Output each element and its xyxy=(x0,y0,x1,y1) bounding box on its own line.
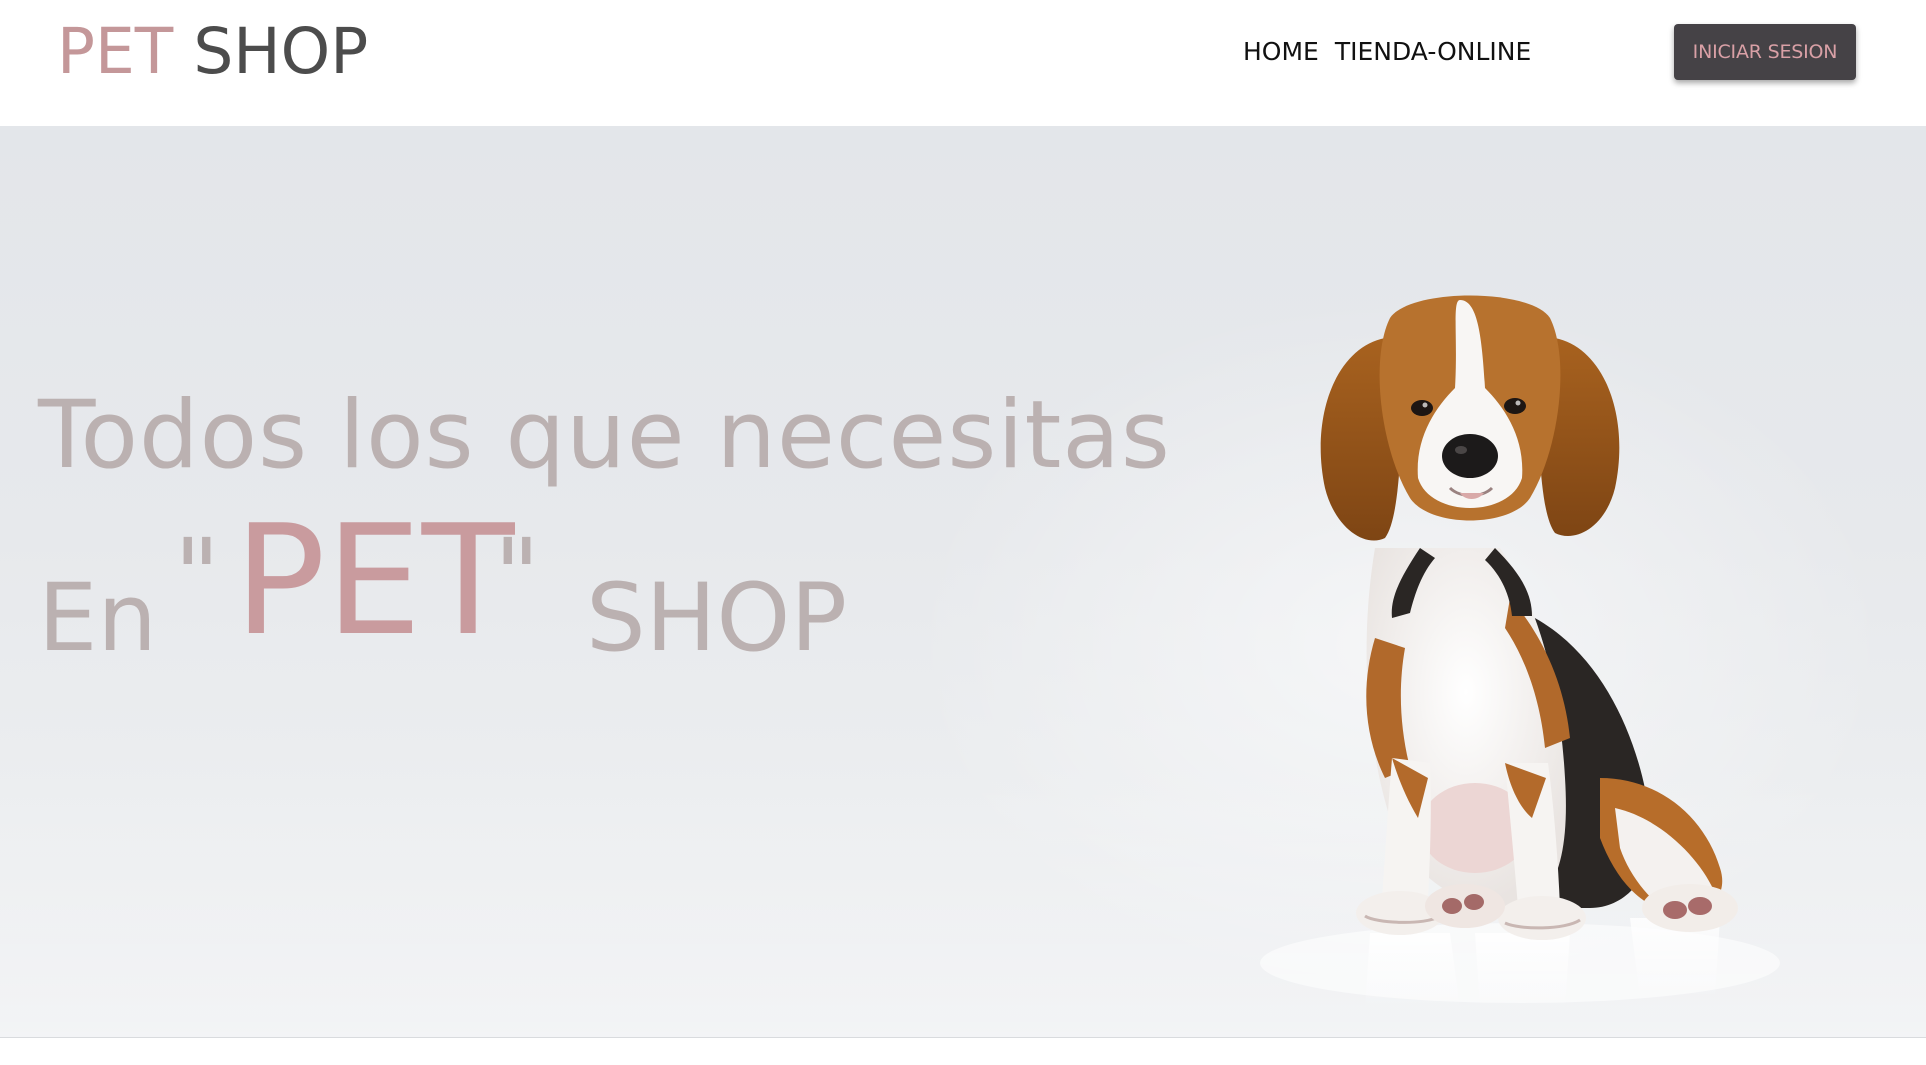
brand-logo[interactable]: PET SHOP xyxy=(57,12,368,92)
hero-quote-close: " xyxy=(494,517,540,634)
hero-banner: Todos los que necesitas En " PET " SHOP xyxy=(0,126,1926,1037)
hero-word-pet: PET xyxy=(234,492,515,669)
nav-link-home[interactable]: HOME xyxy=(1243,36,1319,68)
hero-word-shop: SHOP xyxy=(586,564,848,673)
brand-pet-text: PET xyxy=(57,15,174,88)
hero-headline-line1: Todos los que necesitas xyxy=(38,381,1171,490)
navbar: PET SHOP HOME TIENDA-ONLINE INICIAR SESI… xyxy=(0,0,1926,126)
nav-link-tienda-online[interactable]: TIENDA-ONLINE xyxy=(1335,36,1531,68)
nav-links: HOME TIENDA-ONLINE xyxy=(1243,36,1531,68)
hero-quote-open: " xyxy=(174,517,220,634)
hero-word-en: En xyxy=(38,564,157,673)
login-button[interactable]: INICIAR SESION xyxy=(1674,24,1856,80)
brand-shop-text: SHOP xyxy=(193,15,369,88)
page-footer-strip xyxy=(0,1037,1926,1065)
beagle-puppy-image xyxy=(1160,218,1820,1018)
